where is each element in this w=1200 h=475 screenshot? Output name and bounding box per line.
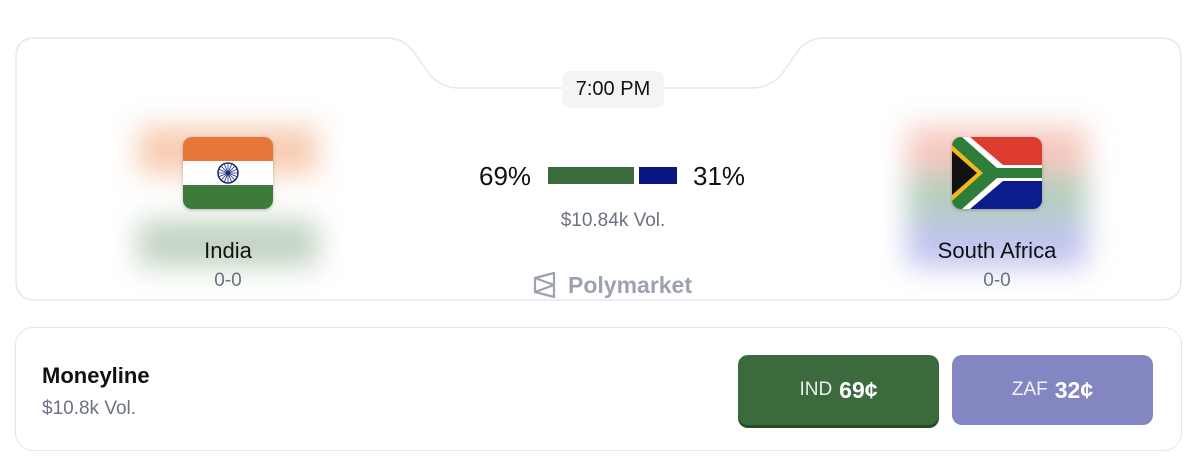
polymarket-logo-icon xyxy=(533,272,556,298)
team-away[interactable]: South Africa 0-0 xyxy=(897,127,1097,292)
home-probability-bar xyxy=(548,167,634,184)
home-probability: 69% xyxy=(479,161,532,191)
bet-button-ind-price: 69¢ xyxy=(839,376,878,403)
south-africa-flag-icon xyxy=(952,137,1042,209)
moneyline-title: Moneyline xyxy=(42,363,150,388)
moneyline-card: Moneyline $10.8k Vol. IND 69¢ ZAF 32¢ xyxy=(15,327,1182,451)
bet-button-zaf[interactable]: ZAF 32¢ xyxy=(952,355,1153,425)
team-away-name: South Africa xyxy=(937,238,1057,263)
bet-button-ind-code: IND xyxy=(799,379,833,400)
odds-comparison: 69% 31% xyxy=(465,157,765,197)
away-probability: 31% xyxy=(693,161,746,191)
bet-button-zaf-price: 32¢ xyxy=(1054,376,1094,403)
moneyline-volume: $10.8k Vol. xyxy=(42,398,137,419)
team-home-record: 0-0 xyxy=(214,270,242,291)
team-home-name: India xyxy=(204,238,252,263)
polymarket-brand[interactable]: Polymarket xyxy=(532,270,692,300)
polymarket-brand-label: Polymarket xyxy=(568,271,693,298)
bet-button-ind[interactable]: IND 69¢ xyxy=(738,355,939,425)
away-probability-bar xyxy=(639,167,677,184)
match-time: 7:00 PM xyxy=(562,71,664,108)
bet-button-zaf-code: ZAF xyxy=(1011,379,1048,400)
match-volume: $10.84k Vol. xyxy=(560,210,666,231)
team-home[interactable]: India 0-0 xyxy=(128,127,328,292)
india-flag-icon xyxy=(183,137,273,209)
south-africa-flag-wrap xyxy=(907,127,1087,267)
team-away-record: 0-0 xyxy=(983,270,1011,291)
india-flag-wrap xyxy=(138,127,318,267)
match-card: 7:00 PM India 0-0 South Africa 0-0 69% 3… xyxy=(15,37,1182,301)
